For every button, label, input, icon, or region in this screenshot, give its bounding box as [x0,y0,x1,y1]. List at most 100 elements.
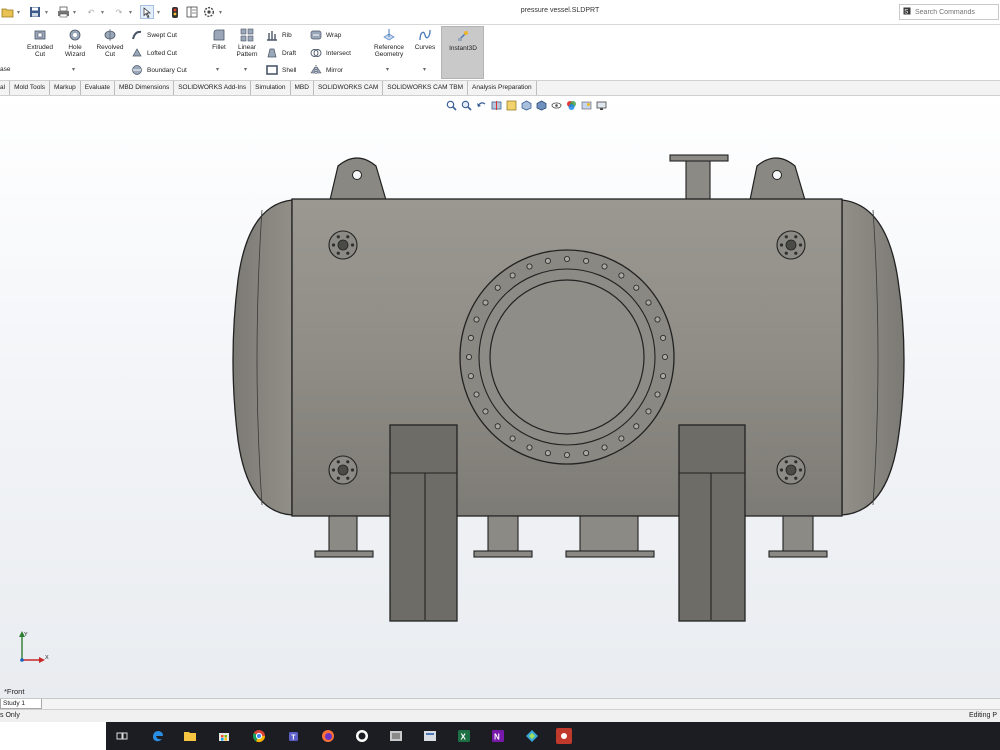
hole-wizard-button[interactable]: Hole Wizard [59,28,91,58]
teams-icon[interactable]: T [286,728,302,744]
tab-partial[interactable]: al [0,81,11,95]
fillet-button[interactable]: Fillet [208,28,230,51]
boundary-cut-button[interactable]: Boundary Cut [131,63,187,77]
tab-study-1[interactable]: Study 1 [0,699,42,709]
task-view-icon[interactable] [114,728,130,744]
bolt-hole [473,316,480,323]
chevron-down-icon[interactable]: ▾ [129,9,136,16]
document-title: pressure vessel.SLDPRT [520,7,600,14]
corner-fitting[interactable] [776,455,806,485]
firefox-icon[interactable] [320,728,336,744]
draft-button[interactable]: Draft [266,46,296,60]
print-icon[interactable] [56,5,70,19]
curves-button[interactable]: Curves [411,28,439,51]
view-settings-icon[interactable] [596,100,607,111]
chevron-down-icon[interactable]: ▾ [17,9,24,16]
bolt-hole [583,257,590,264]
revolved-cut-button[interactable]: Revolved Cut [92,28,128,58]
bottom-nozzle-4[interactable] [768,515,828,558]
instant3d-button[interactable]: Instant3D [441,26,484,79]
linear-pattern-button[interactable]: Linear Pattern [232,28,262,58]
chevron-down-icon[interactable]: ▾ [45,9,52,16]
onenote-icon[interactable]: N [490,728,506,744]
manway-flange[interactable] [459,249,675,465]
edit-appearance-icon[interactable] [566,100,577,111]
rib-button[interactable]: Rib [266,28,292,42]
tab-solidworks-add-ins[interactable]: SOLIDWORKS Add-Ins [174,81,252,95]
intersect-button[interactable]: Intersect [310,46,351,60]
hide-show-icon[interactable] [551,100,562,111]
solidworks-icon[interactable] [388,728,404,744]
app-icon[interactable] [422,728,438,744]
extruded-cut-button[interactable]: Extruded Cut [20,28,60,58]
display-style-icon[interactable] [536,100,547,111]
zoom-area-icon[interactable] [461,100,472,111]
top-nozzle[interactable] [669,154,729,201]
file-explorer-icon[interactable] [182,728,198,744]
reference-geometry-button[interactable]: Reference Geometry [368,28,410,58]
chevron-down-icon[interactable]: ▾ [423,66,426,73]
chevron-down-icon[interactable]: ▾ [386,66,389,73]
corner-fitting[interactable] [328,230,358,260]
vessel-head-left[interactable] [232,199,293,516]
tab-markup[interactable]: Markup [50,81,81,95]
vessel-head-right[interactable] [841,199,905,516]
wrap-icon [310,30,322,40]
tab-mbd[interactable]: MBD [291,81,314,95]
section-view-icon[interactable] [491,100,502,111]
saddle-support-right[interactable] [678,424,746,622]
tab-solidworks-cam[interactable]: SOLIDWORKS CAM [314,81,384,95]
options-gear-icon[interactable] [202,5,216,19]
chevron-down-icon[interactable]: ▾ [101,9,108,16]
zoom-to-fit-icon[interactable] [446,100,457,111]
dynamic-annotation-icon[interactable] [506,100,517,111]
chevron-down-icon[interactable]: ▾ [72,66,75,73]
undo-icon[interactable]: ↶ [84,5,98,19]
redo-icon[interactable]: ↷ [112,5,126,19]
swept-cut-button[interactable]: Swept Cut [131,28,177,42]
search-commands-box[interactable]: S [899,4,999,20]
tab-solidworks-cam-tbm[interactable]: SOLIDWORKS CAM TBM [383,81,468,95]
tab-mold-tools[interactable]: Mold Tools [10,81,51,95]
saddle-support-left[interactable] [389,424,458,622]
previous-view-icon[interactable] [476,100,487,111]
corner-fitting[interactable] [776,230,806,260]
recorder-icon[interactable] [556,728,572,744]
corner-fitting[interactable] [328,455,358,485]
extruded-cut-icon [34,30,46,40]
lifting-lug-right[interactable] [749,157,806,201]
chrome-icon[interactable] [251,728,267,744]
chevron-down-icon[interactable]: ▾ [244,66,247,73]
shell-button[interactable]: Shell [266,63,296,77]
graphics-area[interactable]: Y X *Front [0,96,1000,698]
bottom-nozzle-3[interactable] [565,515,655,558]
chevron-down-icon[interactable]: ▾ [219,9,226,16]
save-icon[interactable] [28,5,42,19]
bottom-nozzle-2[interactable] [473,515,533,558]
github-icon[interactable] [354,728,370,744]
tab-simulation[interactable]: Simulation [251,81,291,95]
search-input[interactable] [915,8,993,16]
app-icon[interactable] [524,728,540,744]
lifting-lug-left[interactable] [329,157,387,201]
rebuild-icon[interactable] [168,5,182,19]
edge-icon[interactable] [150,728,166,744]
file-properties-icon[interactable] [185,5,199,19]
mirror-button[interactable]: Mirror [310,63,343,77]
tab-mbd-dimensions[interactable]: MBD Dimensions [115,81,175,95]
apply-scene-icon[interactable] [581,100,592,111]
view-orientation-icon[interactable] [521,100,532,111]
wrap-button[interactable]: Wrap [310,28,341,42]
chevron-down-icon[interactable]: ▾ [216,66,219,73]
open-icon[interactable] [0,5,14,19]
select-icon[interactable] [140,5,154,19]
tab-analysis-preparation[interactable]: Analysis Preparation [468,81,537,95]
chevron-down-icon[interactable]: ▾ [157,9,164,16]
tab-evaluate[interactable]: Evaluate [81,81,115,95]
excel-icon[interactable]: X [456,728,472,744]
lofted-cut-button[interactable]: Lofted Cut [131,46,177,60]
chevron-down-icon[interactable]: ▾ [73,9,80,16]
store-icon[interactable] [216,728,232,744]
pressure-vessel-model[interactable] [0,96,1000,698]
bottom-nozzle-1[interactable] [314,515,374,558]
